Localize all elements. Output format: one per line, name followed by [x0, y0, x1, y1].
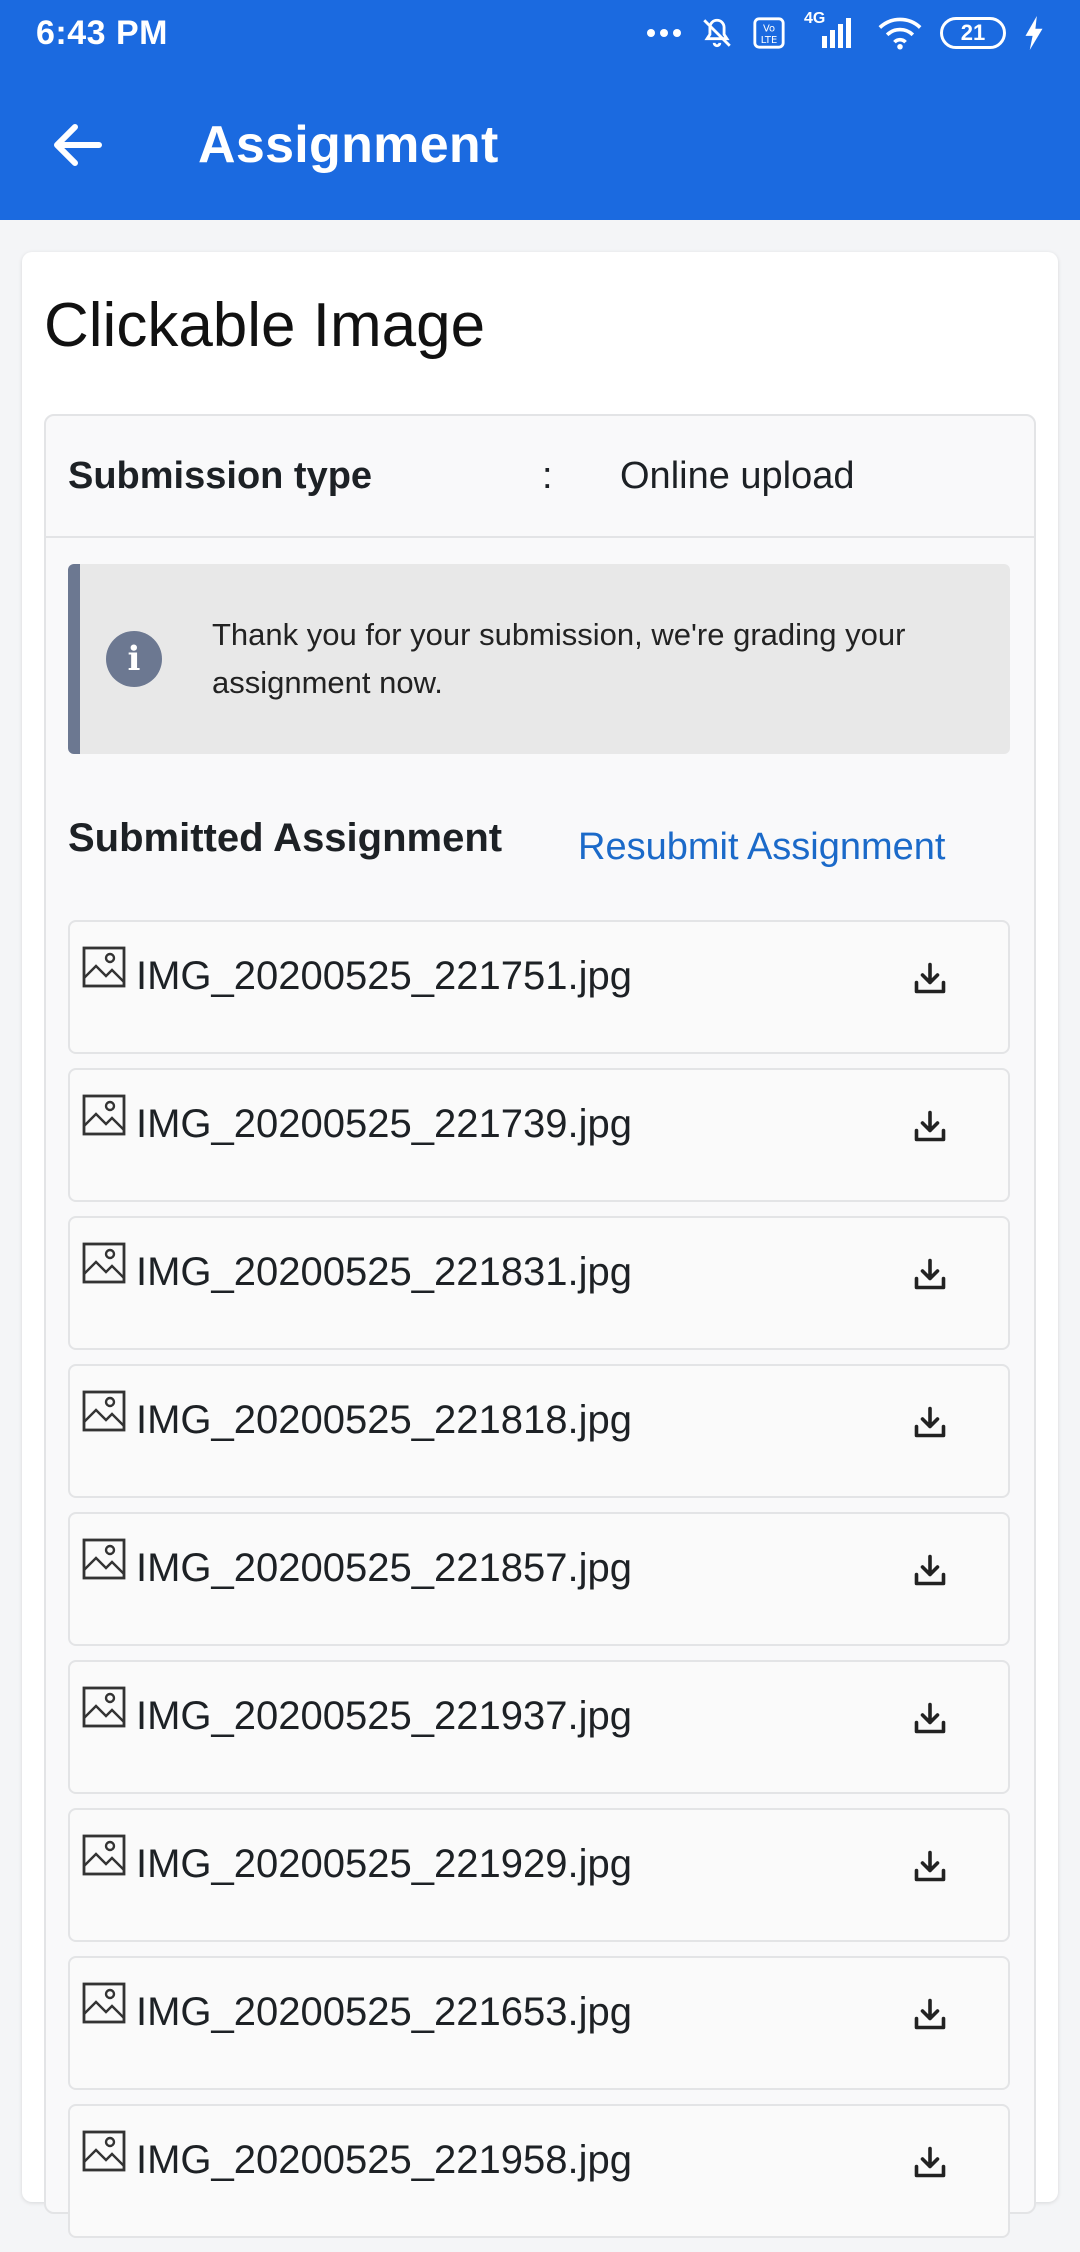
charging-icon	[1025, 16, 1043, 50]
grading-notice: i Thank you for your submission, we're g…	[68, 564, 1010, 754]
download-button[interactable]	[906, 1694, 954, 1742]
file-item[interactable]: IMG_20200525_221653.jpg	[68, 1956, 1010, 2090]
resubmit-link[interactable]: Resubmit Assignment	[578, 826, 946, 869]
assignment-card: Clickable Image Submission type : Online…	[22, 252, 1058, 2238]
file-name: IMG_20200525_221831.jpg	[136, 1250, 632, 1294]
submission-type-row: Submission type : Online upload	[46, 416, 1034, 538]
download-button[interactable]	[906, 1990, 954, 2038]
grading-notice-text: Thank you for your submission, we're gra…	[212, 617, 906, 700]
download-icon	[914, 1850, 946, 1882]
download-button[interactable]	[906, 1842, 954, 1890]
image-file-icon	[82, 946, 126, 988]
network-type: 4G	[804, 10, 826, 27]
status-time: 6:43 PM	[36, 13, 168, 52]
file-item[interactable]: IMG_20200525_221818.jpg	[68, 1364, 1010, 1498]
page-title: Assignment	[198, 116, 499, 174]
file-name: IMG_20200525_221929.jpg	[136, 1842, 632, 1886]
image-file-icon	[82, 1982, 126, 2024]
file-name: IMG_20200525_221653.jpg	[136, 1990, 632, 2034]
file-name: IMG_20200525_221937.jpg	[136, 1694, 632, 1738]
image-file-icon	[82, 1390, 126, 1432]
file-item[interactable]: IMG_20200525_221958.jpg	[68, 2104, 1010, 2238]
download-icon	[914, 2146, 946, 2178]
battery-level: 21	[960, 20, 986, 45]
more-dots-icon	[647, 29, 681, 37]
mute-bell-icon	[703, 18, 731, 48]
file-name: IMG_20200525_221958.jpg	[136, 2138, 632, 2182]
image-file-icon	[82, 1834, 126, 1876]
file-item[interactable]: IMG_20200525_221929.jpg	[68, 1808, 1010, 1942]
file-item[interactable]: IMG_20200525_221751.jpg	[68, 920, 1010, 1054]
battery-icon: 21	[940, 17, 1006, 49]
submitted-title: Submitted Assignment	[68, 816, 503, 860]
image-file-icon	[82, 1538, 126, 1580]
svg-text:LTE: LTE	[761, 35, 777, 46]
file-name: IMG_20200525_221857.jpg	[136, 1546, 632, 1590]
download-button[interactable]	[906, 2138, 954, 2186]
download-icon	[914, 1998, 946, 2030]
download-icon	[914, 1554, 946, 1586]
download-icon	[914, 1702, 946, 1734]
status-bar: 6:43 PM Vo LTE 4G 21	[0, 0, 1080, 66]
back-button[interactable]	[22, 100, 132, 190]
file-item[interactable]: IMG_20200525_221857.jpg	[68, 1512, 1010, 1646]
image-file-icon	[82, 1094, 126, 1136]
wifi-icon	[878, 17, 922, 50]
app-bar: 6:43 PM Vo LTE 4G 21 Assignment	[0, 0, 1080, 220]
toolbar: Assignment	[0, 100, 1080, 190]
submission-panel: Submission type : Online upload i Thank …	[44, 414, 1036, 2238]
submitted-header: Submitted Assignment Resubmit Assignment	[68, 816, 1008, 876]
file-name: IMG_20200525_221739.jpg	[136, 1102, 632, 1146]
submission-type-separator: :	[542, 454, 553, 497]
file-name: IMG_20200525_221751.jpg	[136, 954, 632, 998]
file-item[interactable]: IMG_20200525_221739.jpg	[68, 1068, 1010, 1202]
svg-text:Vo: Vo	[763, 24, 775, 35]
download-button[interactable]	[906, 1546, 954, 1594]
download-icon	[914, 1406, 946, 1438]
arrow-left-icon	[54, 124, 102, 166]
download-icon	[914, 962, 946, 994]
submission-type-value: Online upload	[620, 454, 855, 497]
status-icons: Vo LTE 4G 21	[646, 10, 1044, 50]
file-name: IMG_20200525_221818.jpg	[136, 1398, 632, 1442]
image-file-icon	[82, 2130, 126, 2172]
file-item[interactable]: IMG_20200525_221937.jpg	[68, 1660, 1010, 1794]
file-list: IMG_20200525_221751.jpg IMG_20200525_221…	[68, 920, 1010, 2252]
download-button[interactable]	[906, 954, 954, 1002]
download-icon	[914, 1110, 946, 1142]
volte-icon: VoLTE	[753, 17, 785, 49]
image-file-icon	[82, 1686, 126, 1728]
download-icon	[914, 1258, 946, 1290]
download-button[interactable]	[906, 1250, 954, 1298]
download-button[interactable]	[906, 1102, 954, 1150]
signal-icon: 4G	[804, 10, 860, 50]
download-button[interactable]	[906, 1398, 954, 1446]
image-file-icon	[82, 1242, 126, 1284]
assignment-title: Clickable Image	[44, 291, 486, 360]
info-icon: i	[106, 631, 162, 687]
submission-type-label: Submission type	[68, 454, 373, 497]
file-item[interactable]: IMG_20200525_221831.jpg	[68, 1216, 1010, 1350]
